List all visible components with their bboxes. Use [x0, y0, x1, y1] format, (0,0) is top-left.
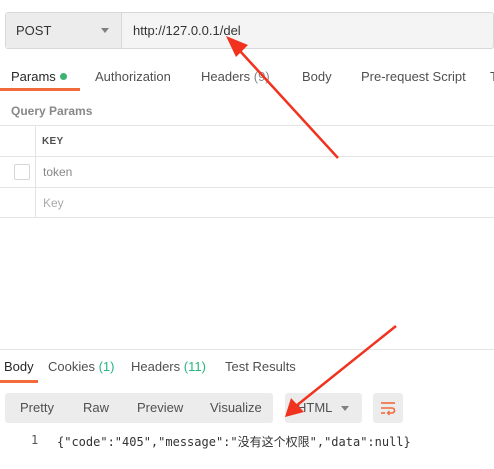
table-row: token: [0, 156, 494, 187]
response-tab-body-label: Body: [4, 359, 34, 374]
tab-headers-count: (9): [253, 69, 270, 84]
tab-headers-label: Headers: [201, 69, 251, 84]
response-tab-headers[interactable]: Headers (11): [131, 359, 206, 374]
query-params-title: Query Params: [11, 104, 93, 118]
response-tab-headers-count: (11): [183, 359, 206, 374]
column-divider: [35, 188, 36, 217]
method-label: POST: [16, 23, 52, 38]
wrap-lines-icon: [381, 402, 396, 416]
tab-prerequest-label: Pre-request Script: [361, 69, 466, 84]
tab-body[interactable]: Body: [302, 69, 332, 84]
table-header-row: KEY: [0, 125, 494, 156]
chevron-down-icon: [101, 28, 109, 33]
params-active-dot-icon: [59, 73, 67, 80]
column-header-key: KEY: [42, 136, 64, 147]
pretty-button[interactable]: Pretty: [20, 400, 54, 415]
method-select[interactable]: POST: [6, 13, 122, 48]
tab-overflow[interactable]: T: [490, 69, 494, 84]
column-divider: [35, 126, 36, 156]
response-tab-cookies[interactable]: Cookies (1): [48, 359, 114, 374]
table-row-new: Key: [0, 187, 494, 218]
param-key-cell[interactable]: token: [43, 165, 72, 179]
chevron-down-icon: [341, 406, 349, 411]
request-url-bar: POST: [5, 12, 494, 49]
tab-authorization-label: Authorization: [95, 69, 171, 84]
active-tab-underline: [0, 88, 80, 91]
row-checkbox[interactable]: [14, 164, 30, 180]
response-tab-body[interactable]: Body: [4, 359, 34, 374]
tab-authorization[interactable]: Authorization: [95, 69, 171, 84]
tab-headers[interactable]: Headers (9): [201, 69, 270, 84]
wrap-lines-button[interactable]: [373, 393, 403, 423]
response-tab-test-results[interactable]: Test Results: [225, 359, 296, 374]
response-body-text[interactable]: {"code":"405","message":"没有这个权限","data":…: [57, 433, 411, 450]
response-body-line: 1 {"code":"405","message":"没有这个权限","data…: [0, 432, 494, 450]
query-params-table: KEY token Key: [0, 125, 494, 218]
response-tab-cookies-label: Cookies: [48, 359, 95, 374]
line-number: 1: [31, 433, 39, 447]
visualize-button[interactable]: Visualize: [210, 400, 262, 415]
response-tab-cookies-count: (1): [98, 359, 115, 374]
tab-prerequest-script[interactable]: Pre-request Script: [361, 69, 466, 84]
tab-params[interactable]: Params: [11, 69, 67, 84]
url-input[interactable]: [122, 13, 493, 48]
raw-button[interactable]: Raw: [83, 400, 109, 415]
response-divider: [0, 349, 494, 350]
tab-overflow-label: T: [490, 69, 494, 84]
new-param-key-input[interactable]: Key: [43, 196, 64, 210]
column-divider: [35, 157, 36, 187]
response-tab-headers-label: Headers: [131, 359, 181, 374]
response-tabs: Body Cookies (1) Headers (11) Test Resul…: [0, 359, 494, 383]
response-view-mode-group: Pretty Raw Preview Visualize: [5, 393, 273, 423]
tab-body-label: Body: [302, 69, 332, 84]
response-format-label: HTML: [297, 400, 333, 415]
response-format-select[interactable]: HTML: [285, 393, 362, 423]
response-active-tab-underline: [0, 380, 38, 383]
tab-params-label: Params: [11, 69, 56, 84]
request-tabs: Params Authorization Headers (9) Body Pr…: [0, 62, 494, 92]
response-tab-test-results-label: Test Results: [225, 359, 296, 374]
preview-button[interactable]: Preview: [137, 400, 183, 415]
